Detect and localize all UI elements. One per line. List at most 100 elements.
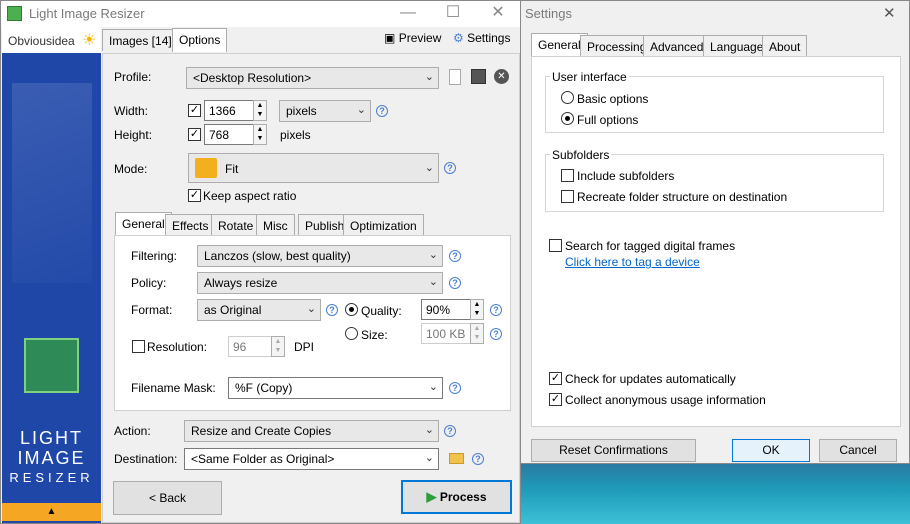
chevron-down-icon: ⌄	[428, 276, 438, 288]
height-checkbox[interactable]: ✓	[188, 128, 201, 141]
preview-button[interactable]: ▣ Preview	[384, 31, 441, 45]
format-select[interactable]: as Original ⌄	[197, 299, 321, 321]
keep-aspect-checkbox[interactable]: ✓	[188, 189, 201, 202]
brand-text: Obviousidea	[8, 34, 75, 48]
folder-icon[interactable]	[449, 453, 464, 464]
profile-select[interactable]: <Desktop Resolution> ⌄	[186, 67, 439, 89]
recreate-structure-checkbox[interactable]	[561, 190, 574, 203]
format-value: as Original	[204, 303, 262, 317]
size-spinner[interactable]: ▲ ▼	[470, 323, 484, 344]
chevron-down-icon: ⌄	[356, 104, 366, 116]
sidebar-line2: IMAGE	[17, 448, 86, 468]
policy-select[interactable]: Always resize ⌄	[197, 272, 443, 294]
lightning-icon	[12, 83, 92, 283]
quality-label: Quality:	[361, 304, 402, 318]
quality-spinner[interactable]: ▲ ▼	[470, 299, 484, 320]
full-options-radio[interactable]	[561, 112, 574, 125]
close-button[interactable]: ✕	[476, 3, 520, 25]
basic-options-radio[interactable]	[561, 91, 574, 104]
mode-select[interactable]: Fit ⌄	[188, 153, 439, 183]
maximize-button[interactable]: ☐	[431, 3, 475, 25]
subtab-rotate[interactable]: Rotate	[211, 214, 261, 236]
mode-label: Mode:	[114, 162, 148, 176]
include-subfolders-checkbox[interactable]	[561, 169, 574, 182]
minimize-button[interactable]: —	[386, 3, 430, 25]
back-button[interactable]: < Back	[113, 481, 222, 515]
help-icon[interactable]: ?	[490, 304, 502, 316]
reset-confirmations-button[interactable]: Reset Confirmations	[531, 439, 696, 462]
delete-profile-icon[interactable]: ✕	[494, 69, 509, 84]
anonymous-usage-checkbox[interactable]: ✓	[549, 393, 562, 406]
collapse-button[interactable]: ▲	[2, 503, 101, 521]
filtering-select[interactable]: Lanczos (slow, best quality) ⌄	[197, 245, 443, 267]
subtab-optimization[interactable]: Optimization	[343, 214, 424, 236]
filtering-value: Lanczos (slow, best quality)	[204, 249, 351, 263]
subtab-misc[interactable]: Misc	[256, 214, 295, 236]
recreate-structure-label: Recreate folder structure on destination	[577, 190, 788, 204]
help-icon[interactable]: ?	[444, 162, 456, 174]
help-icon[interactable]: ?	[449, 382, 461, 394]
settings-tab-language[interactable]: Language	[703, 35, 771, 57]
filename-mask-label: Filename Mask:	[131, 381, 216, 395]
width-spinner[interactable]: ▲ ▼	[253, 100, 267, 121]
destination-value: <Same Folder as Original>	[191, 452, 335, 466]
settings-button[interactable]: ⚙ Settings	[453, 31, 510, 45]
chevron-down-icon: ⌄	[428, 381, 438, 393]
height-input[interactable]: 768	[204, 124, 254, 145]
tag-device-link[interactable]: Click here to tag a device	[565, 255, 700, 269]
process-button[interactable]: ▶ Process	[401, 480, 512, 514]
filtering-label: Filtering:	[131, 249, 178, 263]
ok-button[interactable]: OK	[732, 439, 810, 462]
window-title: Light Image Resizer	[29, 6, 145, 21]
profile-label: Profile:	[114, 70, 152, 84]
width-input[interactable]: 1366	[204, 100, 254, 121]
help-icon[interactable]: ?	[490, 328, 502, 340]
chevron-down-icon: ⌄	[428, 249, 438, 261]
resolution-spinner[interactable]: ▲ ▼	[271, 336, 285, 357]
cancel-button[interactable]: Cancel	[819, 439, 897, 462]
subtab-effects[interactable]: Effects	[165, 214, 216, 236]
settings-tab-advanced[interactable]: Advanced	[643, 35, 711, 57]
help-icon[interactable]: ?	[449, 250, 461, 262]
lightbulb-icon: ☀	[82, 32, 97, 49]
mode-value: Fit	[225, 162, 239, 176]
save-profile-icon[interactable]	[471, 69, 486, 84]
help-icon[interactable]: ?	[472, 453, 484, 465]
desktop-background	[520, 455, 910, 524]
help-icon[interactable]: ?	[449, 277, 461, 289]
resolution-label: Resolution:	[147, 340, 208, 354]
settings-tab-about[interactable]: About	[762, 35, 808, 57]
size-input[interactable]: 100 KB	[421, 323, 471, 344]
brand-logo: Obviousidea ☀	[2, 27, 101, 53]
height-spinner[interactable]: ▲ ▼	[253, 124, 267, 145]
tagged-frames-checkbox[interactable]	[549, 239, 562, 252]
filename-mask-value: %F (Copy)	[235, 381, 293, 395]
unit-select[interactable]: pixels ⌄	[279, 100, 371, 122]
quality-radio[interactable]	[345, 303, 358, 316]
policy-label: Policy:	[131, 276, 167, 290]
tab-images[interactable]: Images [14]	[102, 29, 179, 51]
filename-mask-input[interactable]: %F (Copy) ⌄	[228, 377, 443, 399]
tab-options[interactable]: Options	[172, 28, 228, 52]
tagged-frames-label: Search for tagged digital frames	[565, 239, 736, 253]
help-icon[interactable]: ?	[376, 105, 388, 117]
user-interface-label: User interface	[550, 70, 629, 84]
resolution-checkbox[interactable]	[132, 340, 145, 353]
settings-dialog: Settings ✕ General Processing Advanced L…	[520, 0, 910, 464]
check-updates-checkbox[interactable]: ✓	[549, 372, 562, 385]
help-icon[interactable]: ?	[444, 425, 456, 437]
preview-label: Preview	[398, 31, 442, 45]
new-profile-icon[interactable]	[449, 69, 461, 85]
subtab-general[interactable]: General	[115, 212, 172, 236]
action-select[interactable]: Resize and Create Copies ⌄	[184, 420, 439, 442]
resolution-input[interactable]: 96	[228, 336, 272, 357]
size-radio[interactable]	[345, 327, 358, 340]
settings-close-button[interactable]: ✕	[883, 4, 896, 22]
width-checkbox[interactable]: ✓	[188, 104, 201, 117]
help-icon[interactable]: ?	[326, 304, 338, 316]
chevron-down-icon: ⌄	[424, 71, 434, 83]
profile-value: <Desktop Resolution>	[193, 71, 312, 85]
destination-input[interactable]: <Same Folder as Original> ⌄	[184, 448, 439, 470]
quality-input[interactable]: 90%	[421, 299, 471, 320]
resolution-unit: DPI	[294, 340, 315, 354]
